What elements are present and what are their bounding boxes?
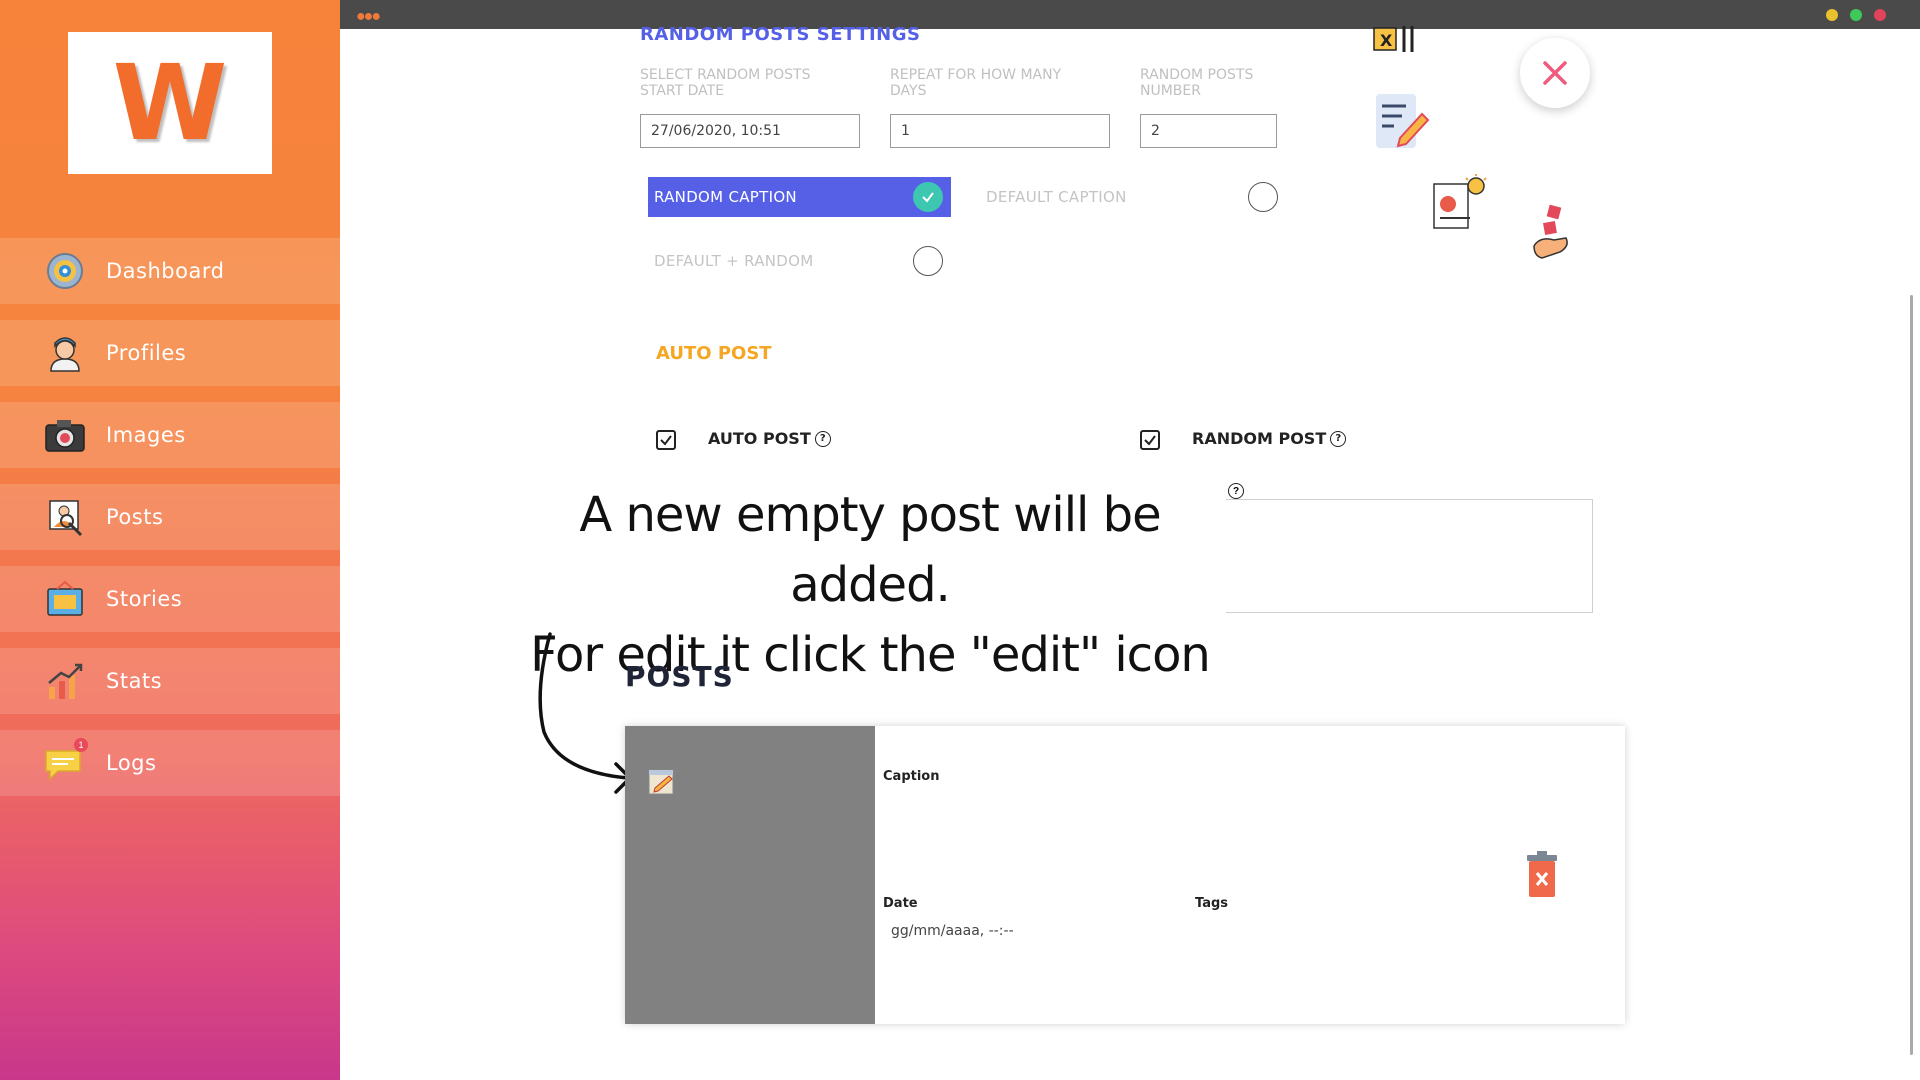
hand-dice-icon bbox=[1530, 202, 1578, 267]
default-caption-textarea[interactable] bbox=[1226, 499, 1593, 613]
random-post-label: RANDOM POST bbox=[1192, 429, 1327, 448]
logs-message-icon: 1 bbox=[44, 738, 88, 784]
window-titlebar: ●●● bbox=[340, 0, 1920, 29]
dashboard-gauge-icon bbox=[44, 250, 86, 292]
repeat-days-input[interactable]: 1 bbox=[890, 114, 1110, 148]
default-caption-label: DEFAULT CAPTION bbox=[986, 188, 1127, 206]
auto-post-label: AUTO POST bbox=[708, 429, 811, 448]
vertical-scrollbar[interactable] bbox=[1910, 295, 1913, 1055]
close-window-button[interactable] bbox=[1874, 9, 1886, 21]
auto-post-checkbox[interactable] bbox=[656, 430, 676, 450]
start-date-input[interactable]: 27/06/2020, 10:51 bbox=[640, 114, 860, 148]
posts-picture-icon bbox=[44, 496, 86, 538]
profile-avatar-icon bbox=[44, 332, 86, 374]
svg-text:X: X bbox=[1380, 31, 1393, 50]
random-number-input[interactable]: 2 bbox=[1140, 114, 1277, 148]
random-post-option: RANDOM POST ? bbox=[1192, 429, 1347, 448]
auto-post-title: AUTO POST bbox=[656, 343, 772, 364]
idea-document-icon bbox=[1430, 174, 1492, 237]
sidebar-item-profiles[interactable]: Profiles bbox=[0, 320, 340, 386]
random-caption-label: RANDOM CAPTION bbox=[654, 188, 797, 206]
annotation-arrow-icon bbox=[538, 632, 633, 794]
sidebar-item-stories[interactable]: Stories bbox=[0, 566, 340, 632]
random-post-checkbox[interactable] bbox=[1140, 430, 1160, 450]
minimize-window-button[interactable] bbox=[1826, 9, 1838, 21]
posts-title: POSTS bbox=[625, 660, 734, 693]
tags-label: Tags bbox=[1195, 896, 1229, 911]
edit-document-icon bbox=[1372, 92, 1432, 157]
radio-empty-icon bbox=[913, 246, 943, 276]
menu-dots-icon[interactable]: ●●● bbox=[356, 8, 381, 26]
random-settings-title: RANDOM POSTS SETTINGS bbox=[640, 24, 921, 45]
random-caption-option[interactable]: RANDOM CAPTION bbox=[648, 177, 951, 217]
sidebar: W Dashboard Profiles Images Posts Storie… bbox=[0, 0, 340, 1080]
stats-chart-icon bbox=[44, 660, 86, 702]
sidebar-item-label: Profiles bbox=[106, 341, 187, 365]
sidebar-item-label: Images bbox=[106, 423, 186, 447]
help-icon[interactable]: ? bbox=[1330, 430, 1347, 447]
sidebar-item-label: Stats bbox=[106, 669, 163, 693]
random-number-label: RANDOM POSTS NUMBER bbox=[1140, 67, 1254, 99]
sidebar-item-label: Posts bbox=[106, 505, 164, 529]
sidebar-item-label: Stories bbox=[106, 587, 183, 611]
date-input[interactable]: gg/mm/aaaa, --:-- bbox=[891, 923, 1014, 939]
logs-badge: 1 bbox=[74, 738, 88, 752]
sidebar-item-images[interactable]: Images bbox=[0, 402, 340, 468]
camera-icon bbox=[44, 414, 86, 456]
post-card: Caption Date gg/mm/aaaa, --:-- Tags bbox=[625, 726, 1625, 1024]
app-logo[interactable]: W bbox=[68, 32, 272, 174]
tools-illustration-icon: X bbox=[1372, 24, 1420, 59]
sidebar-item-dashboard[interactable]: Dashboard bbox=[0, 238, 340, 304]
default-random-label: DEFAULT + RANDOM bbox=[654, 252, 814, 270]
logo-letter: W bbox=[112, 42, 228, 164]
repeat-days-label: REPEAT FOR HOW MANY DAYS bbox=[890, 67, 1062, 99]
sidebar-item-posts[interactable]: Posts bbox=[0, 484, 340, 550]
start-date-label: SELECT RANDOM POSTS START DATE bbox=[640, 67, 811, 99]
checkmark-icon bbox=[1144, 435, 1156, 446]
help-icon[interactable]: ? bbox=[814, 430, 831, 447]
trash-icon bbox=[1527, 851, 1557, 897]
check-icon bbox=[913, 182, 943, 212]
post-image-placeholder[interactable] bbox=[625, 726, 875, 1024]
auto-post-option: AUTO POST ? bbox=[708, 429, 831, 448]
sidebar-item-logs[interactable]: 1 Logs bbox=[0, 730, 340, 796]
close-icon bbox=[1543, 61, 1567, 85]
default-random-option[interactable]: DEFAULT + RANDOM bbox=[654, 241, 954, 281]
close-panel-button[interactable] bbox=[1520, 38, 1590, 108]
annotation-line-1: A new empty post will be added. bbox=[579, 487, 1161, 613]
radio-empty-icon bbox=[1248, 182, 1278, 212]
maximize-window-button[interactable] bbox=[1850, 9, 1862, 21]
checkmark-icon bbox=[660, 435, 672, 446]
sidebar-item-stats[interactable]: Stats bbox=[0, 648, 340, 714]
sidebar-item-label: Dashboard bbox=[106, 259, 225, 283]
sidebar-item-label: Logs bbox=[106, 751, 157, 775]
delete-post-button[interactable] bbox=[1525, 850, 1559, 900]
stories-icon bbox=[44, 578, 86, 620]
date-label: Date bbox=[883, 896, 918, 911]
caption-label: Caption bbox=[883, 769, 940, 784]
edit-icon[interactable] bbox=[647, 766, 677, 796]
default-caption-option[interactable]: DEFAULT CAPTION bbox=[986, 177, 1286, 217]
